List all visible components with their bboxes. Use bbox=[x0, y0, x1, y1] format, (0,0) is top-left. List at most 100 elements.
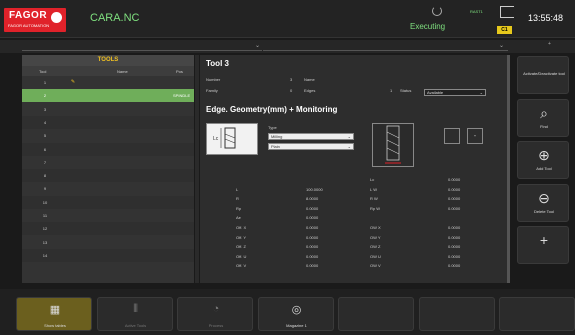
minus-button[interactable]: - bbox=[467, 128, 483, 144]
geo-value-2: 0.0000 bbox=[448, 186, 461, 192]
table-row[interactable]: 13 bbox=[22, 236, 194, 249]
show-tables-icon: ▦ bbox=[49, 304, 61, 316]
tool-holder-icon[interactable] bbox=[444, 128, 460, 144]
tool-position bbox=[173, 222, 194, 235]
chevron-down-icon: ⌄ bbox=[347, 144, 351, 149]
geo-value-2: 0.0000 bbox=[448, 196, 461, 202]
activate-tool-button[interactable]: Activate/Deactivate tool bbox=[517, 56, 569, 94]
geo-value: 0.0000 bbox=[306, 215, 319, 221]
col-pos: Pos bbox=[176, 69, 183, 74]
button-label: Add Tool bbox=[536, 166, 552, 171]
edit-icon bbox=[68, 249, 78, 262]
channel-exit-icon[interactable] bbox=[500, 6, 514, 18]
empty-slot-2[interactable] bbox=[418, 297, 495, 331]
table-selector[interactable]: ⌄ bbox=[22, 41, 262, 51]
tool-number: 12 bbox=[42, 226, 48, 232]
chevron-down-icon: ⌄ bbox=[347, 134, 351, 139]
expand-icon[interactable]: + bbox=[548, 41, 551, 47]
tool-number: 3 bbox=[43, 106, 47, 112]
table-row[interactable]: 6 bbox=[22, 142, 194, 156]
tool-name bbox=[78, 209, 173, 222]
tool-position bbox=[173, 209, 194, 222]
family-value: 0 bbox=[290, 88, 293, 93]
magazine-button[interactable]: ◎ Magazine 1 bbox=[257, 297, 334, 331]
table-row[interactable]: 8 bbox=[22, 169, 194, 183]
table-row[interactable]: 10 bbox=[22, 195, 194, 209]
chevron-down-icon: ⌄ bbox=[254, 43, 260, 49]
tool-manager-screen: FAGOR FAGOR AUTOMATION CARA.NC Executing… bbox=[0, 0, 575, 335]
tools-header-row: Tool Name Pos bbox=[22, 66, 194, 76]
geo-label-2: Rp W bbox=[370, 205, 380, 211]
tool-number: 7 bbox=[43, 159, 47, 165]
tool-number: 1 bbox=[43, 80, 47, 85]
type-dropdown[interactable]: Milling ⌄ bbox=[268, 133, 354, 140]
tool-name bbox=[78, 249, 173, 262]
edit-icon[interactable]: ✎ bbox=[68, 76, 78, 89]
tool-preview bbox=[372, 123, 414, 167]
tool-name bbox=[78, 156, 173, 169]
table-row[interactable]: 11 bbox=[22, 209, 194, 222]
geo-label: Off. Z bbox=[236, 244, 246, 250]
add-tool-button[interactable]: ⊕ Add Tool bbox=[517, 141, 569, 179]
edit-icon bbox=[68, 222, 78, 235]
table-row[interactable]: 2 SPINDLE bbox=[22, 89, 194, 103]
empty-slot-1[interactable] bbox=[338, 297, 414, 331]
detail-scrollbar[interactable] bbox=[507, 55, 510, 283]
fagor-logo: FAGOR FAGOR AUTOMATION bbox=[4, 8, 66, 32]
active-tools-button[interactable]: ⫴ Active Tools bbox=[96, 297, 173, 331]
show-tables-button[interactable]: ▦ Show tables bbox=[16, 297, 92, 331]
geo-value-2: 0.0000 bbox=[448, 253, 461, 259]
type-label: Type bbox=[268, 125, 277, 130]
table-row[interactable]: 3 bbox=[22, 103, 194, 116]
tools-table: TOOLS Tool Name Pos 1 ✎ 2 SPINDLE 3 4 5 6 7 8 9 10 1… bbox=[22, 55, 194, 283]
table-row[interactable]: 5 bbox=[22, 129, 194, 142]
geo-label-2: OW Y bbox=[370, 234, 381, 240]
chevron-down-icon: ⌄ bbox=[479, 90, 483, 95]
number-value: 3 bbox=[290, 77, 293, 82]
geo-label: Off. U bbox=[236, 253, 247, 259]
type-value: Milling bbox=[271, 134, 283, 139]
geo-value-2: 0.0000 bbox=[448, 244, 461, 250]
geo-label: Off. V bbox=[236, 263, 247, 269]
add-button[interactable]: + bbox=[517, 226, 569, 264]
button-label: Delete Tool bbox=[534, 208, 554, 214]
tool-name bbox=[78, 182, 173, 195]
geo-value-2: 0.0000 bbox=[448, 205, 461, 211]
table-row[interactable]: 14 bbox=[22, 248, 194, 262]
table-row[interactable]: 12 bbox=[22, 222, 194, 236]
geo-label: L bbox=[236, 186, 239, 192]
tool-position bbox=[173, 103, 194, 116]
geo-value: 100.0000 bbox=[306, 186, 323, 192]
table-row[interactable]: 9 bbox=[22, 182, 194, 195]
chevron-down-icon: ⌄ bbox=[498, 43, 504, 49]
edit-icon bbox=[68, 89, 78, 102]
geo-label-2: OW X bbox=[370, 225, 381, 230]
tool-number: 2 bbox=[43, 93, 47, 99]
col-name: Name bbox=[117, 69, 128, 74]
table-row[interactable]: 4 bbox=[22, 115, 194, 129]
tools-scrollbar[interactable] bbox=[195, 55, 199, 283]
add-icon: + bbox=[539, 232, 549, 248]
table-row[interactable]: 7 bbox=[22, 156, 194, 169]
status-dropdown[interactable]: Available ⌄ bbox=[424, 89, 486, 96]
geo-label-2: Lc bbox=[370, 177, 375, 182]
subtype-dropdown[interactable]: Plain ⌄ bbox=[268, 143, 354, 150]
detail-selector[interactable]: ⌄ bbox=[263, 41, 508, 51]
tool-number: 4 bbox=[43, 119, 47, 125]
empty-slot-3[interactable] bbox=[499, 297, 575, 331]
tool-name bbox=[78, 169, 173, 182]
family-label: Family bbox=[206, 88, 218, 93]
process-button[interactable]: ◔ Process bbox=[177, 297, 253, 331]
geo-value-2: 0.0000 bbox=[448, 177, 461, 182]
find-button[interactable]: ⌕ Find bbox=[517, 98, 569, 137]
tool-number: 6 bbox=[43, 146, 47, 152]
tool-position bbox=[173, 169, 194, 182]
delete-tool-button[interactable]: ⊖ Delete Tool bbox=[517, 183, 569, 222]
table-row[interactable]: 1 ✎ bbox=[22, 76, 194, 89]
add-tool-icon: ⊕ bbox=[538, 147, 550, 163]
edit-icon bbox=[68, 182, 78, 195]
tool-position bbox=[173, 236, 194, 249]
channel-badge[interactable]: C1 bbox=[497, 26, 512, 34]
tool-position: SPINDLE bbox=[173, 93, 191, 99]
program-name: CARA.NC bbox=[90, 12, 140, 24]
